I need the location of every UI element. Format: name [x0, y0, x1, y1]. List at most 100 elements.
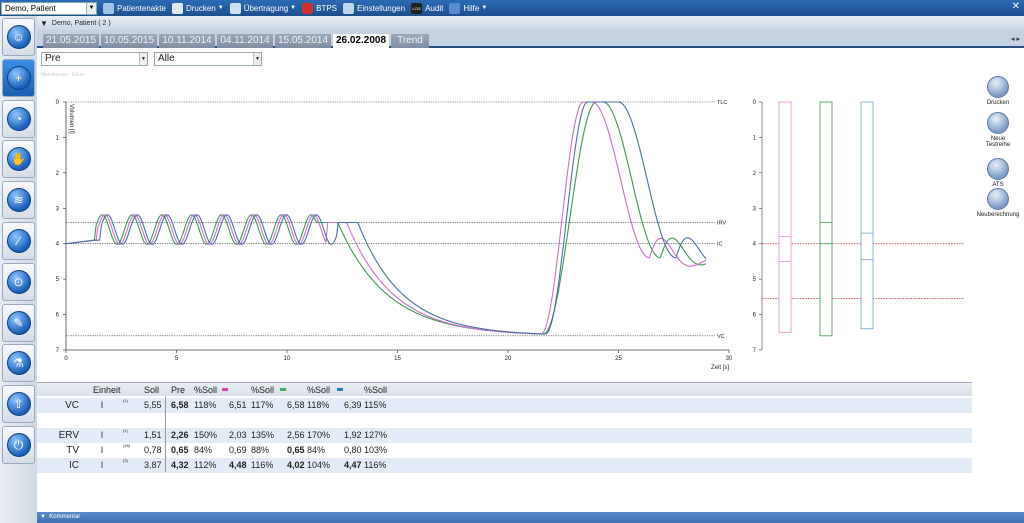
table-row: IC l (3) 3,87 4,32 112% 4,48 116% 4,02 104% 4,47 11…: [37, 458, 972, 473]
cell-ps: 118%: [194, 400, 217, 410]
comment-bar[interactable]: ▼ Kommentar: [37, 512, 1024, 523]
bar-y-tick-label: 3: [753, 206, 757, 212]
action-ats[interactable]: ATS: [972, 158, 1024, 188]
sidebar-button-flask[interactable]: ⚗: [2, 344, 35, 383]
chevron-down-icon[interactable]: ▼: [86, 2, 96, 14]
volume-bar-3: [860, 101, 874, 330]
collapse-icon[interactable]: ▼: [40, 19, 48, 28]
toolbar-help-button[interactable]: Hilfe ▼: [449, 2, 488, 14]
cell-soll: 1,51: [144, 430, 162, 440]
toolbar-thermometer-button[interactable]: BTPS: [302, 2, 337, 14]
help-icon: [449, 2, 461, 14]
tab-date[interactable]: 10.05.2015: [101, 34, 157, 48]
folder-icon: [103, 2, 114, 14]
chevron-down-icon: ▼: [481, 5, 488, 11]
cell-pre: 6,58: [171, 400, 189, 410]
reference-label-vc: VC: [717, 334, 725, 340]
log-icon: LOG: [411, 2, 423, 14]
cell-sup: (3): [123, 458, 128, 463]
column-divider: [165, 396, 166, 472]
bar-y-tick-label: 0: [753, 100, 757, 106]
sidebar-button-power[interactable]: ⏻: [2, 426, 35, 464]
y-tick-label: 5: [56, 277, 60, 283]
cell-bs: 104%: [307, 460, 331, 470]
toolbar-settings-button[interactable]: Einstellungen: [343, 2, 406, 14]
action-printer[interactable]: Drucken: [972, 76, 1024, 106]
sidebar: ☺ + ◔ ✋ ≋ ⁄ ⊙ ✎ ⚗ ⇧ ⏻: [0, 16, 37, 523]
date-tabs: ◂ ▸ 21.05.2015 10.05.2015 10.11.2014 04.11.2…: [37, 30, 1024, 49]
y-axis-label: Volumen [l]: [68, 104, 74, 134]
hand-icon: ✋: [6, 147, 31, 172]
test-select[interactable]: Pre ▼: [41, 52, 148, 66]
reference-label-ic: IC: [717, 242, 723, 248]
cell-c: 0,80: [344, 445, 362, 455]
pen-icon: ⁄: [6, 229, 31, 253]
printer-icon: [171, 2, 183, 14]
patient-select-value: Demo, Patient: [5, 3, 56, 13]
tab-date[interactable]: 15.05.2014: [275, 34, 331, 48]
toolbar-label: Übertragung: [243, 3, 289, 13]
cell-a: 6,51: [229, 400, 247, 410]
table-row: [37, 413, 972, 428]
test-select-value: Pre: [45, 53, 61, 64]
sidebar-button-hand[interactable]: ✋: [2, 140, 35, 179]
row-label: TV: [66, 445, 79, 456]
cell-unit: l: [101, 445, 103, 455]
column-header-p2: %Soll: [251, 385, 275, 395]
cell-pre: 2,26: [171, 430, 189, 440]
upload-icon: ⇧: [6, 392, 31, 417]
tab-trend[interactable]: Trend: [391, 34, 429, 48]
cell-unit: l: [101, 430, 103, 440]
x-axis-label: Zeit [s]: [711, 365, 729, 371]
cell-a: 2,03: [229, 430, 247, 440]
toolbar-log-button[interactable]: LOG Audit: [411, 2, 443, 14]
sidebar-button-lungs[interactable]: ◔: [2, 99, 35, 138]
y-tick-label: 3: [56, 206, 60, 212]
x-tick-label: 5: [175, 356, 179, 362]
avatar-icon: ☺: [6, 25, 31, 49]
cell-bs: 118%: [307, 400, 330, 410]
brush-icon: ✎: [6, 310, 31, 335]
cell-b: 6,58: [287, 400, 305, 410]
chevron-down-icon[interactable]: ▼: [253, 53, 261, 65]
chevron-down-icon[interactable]: ▼: [139, 53, 147, 65]
sidebar-button-plus[interactable]: +: [2, 58, 35, 97]
sidebar-button-wave[interactable]: ≋: [2, 181, 35, 220]
tab-scroll-icon[interactable]: ◂ ▸: [1011, 35, 1020, 43]
bar-y-tick-label: 6: [753, 313, 757, 319]
toolbar-label: Drucken: [185, 3, 216, 13]
scope-select[interactable]: Alle ▼: [154, 52, 262, 66]
recalc-icon: [987, 188, 1009, 210]
tab-date[interactable]: 26.02.2008: [333, 34, 389, 49]
sidebar-button-avatar[interactable]: ☺: [2, 18, 35, 56]
sidebar-button-brush[interactable]: ✎: [2, 303, 35, 342]
cell-as: 117%: [251, 400, 274, 410]
cell-as: 88%: [251, 445, 270, 455]
patient-select[interactable]: Demo, Patient ▼: [1, 1, 97, 15]
column-header-p4: %Soll: [364, 385, 388, 395]
series-marker-2: [280, 388, 286, 391]
toolbar-label: Einstellungen: [357, 3, 406, 13]
toolbar-transfer-button[interactable]: Übertragung ▼: [229, 2, 296, 14]
tab-date[interactable]: 10.11.2014: [159, 34, 215, 48]
tab-date[interactable]: 04.11.2014: [217, 34, 273, 48]
patient-header[interactable]: ▼ Demo, Patient ( 2 ): [37, 16, 1024, 30]
reference-label-tlc: TLC: [717, 100, 727, 106]
cell-b: 2,56: [287, 430, 305, 440]
tab-date[interactable]: 21.05.2015: [43, 34, 99, 48]
cell-soll: 3,87: [144, 460, 162, 470]
close-icon[interactable]: ✕: [1012, 1, 1020, 12]
sidebar-button-upload[interactable]: ⇧: [2, 385, 35, 424]
sidebar-button-monitor[interactable]: ⊙: [2, 262, 35, 301]
sidebar-button-pen[interactable]: ⁄: [2, 222, 35, 260]
series-marker-1: [222, 388, 228, 391]
results-table: Einheit Soll Pre %Soll %Soll %Soll %Soll VC l (1)…: [37, 382, 972, 518]
action-recalc[interactable]: Neuberechnung: [972, 188, 1024, 218]
toolbar-folder-button[interactable]: Patientenakte: [103, 2, 166, 14]
column-header-pre: Pre: [171, 385, 186, 395]
cell-b: 0,65: [287, 445, 305, 455]
toolbar-printer-button[interactable]: Drucken ▼: [171, 2, 224, 14]
cell-ps: 150%: [194, 430, 218, 440]
volume-time-chart: 0 5 10 15 20 25 30 0 1 2 3 4 5 6 7 Volumen [l] Zeit [s] T…: [37, 70, 972, 380]
action-add-test[interactable]: Neue Testreihe: [972, 112, 1024, 148]
